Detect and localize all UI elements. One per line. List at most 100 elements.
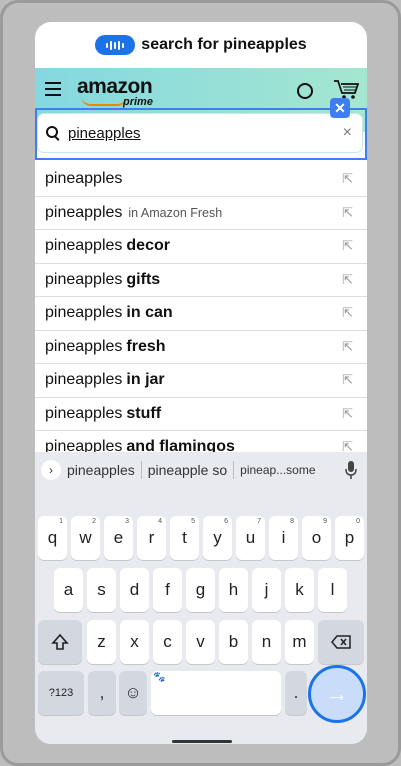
fill-query-arrow-icon[interactable]: ⇱	[342, 339, 353, 355]
fill-query-arrow-icon[interactable]: ⇱	[342, 238, 353, 254]
fill-query-arrow-icon[interactable]: ⇱	[342, 305, 353, 321]
fill-query-arrow-icon[interactable]: ⇱	[342, 171, 353, 187]
suggestion-base: pineapples	[45, 237, 123, 255]
phone-screen: search for pineapples amazon prime pinea…	[35, 22, 367, 744]
keyboard-suggestion[interactable]: pineapple so	[142, 462, 233, 478]
key-z[interactable]: z	[87, 620, 116, 664]
suggestion-item[interactable]: pineapples decor ⇱	[35, 230, 367, 264]
key-number-hint: 5	[191, 518, 195, 525]
paw-icon: 🐾	[153, 672, 166, 683]
clear-search-icon[interactable]: ×	[343, 124, 352, 142]
key-label: i	[281, 528, 286, 547]
key-x[interactable]: x	[120, 620, 149, 664]
key-p[interactable]: p0	[335, 516, 364, 560]
key-a[interactable]: a	[54, 568, 83, 612]
keyboard-suggestion[interactable]: pineapples	[61, 462, 141, 478]
key-y[interactable]: y6	[203, 516, 232, 560]
key-number-hint: 2	[92, 518, 96, 525]
comma-key[interactable]: ,	[88, 671, 116, 715]
alexa-icon[interactable]	[297, 83, 313, 99]
key-e[interactable]: e3	[104, 516, 133, 560]
key-label: u	[245, 528, 256, 547]
key-h[interactable]: h	[219, 568, 248, 612]
home-indicator[interactable]	[172, 740, 232, 743]
key-g[interactable]: g	[186, 568, 215, 612]
suggestion-item[interactable]: pineapples in can ⇱	[35, 297, 367, 331]
fill-query-arrow-icon[interactable]: ⇱	[342, 406, 353, 422]
key-v[interactable]: v	[186, 620, 215, 664]
key-q[interactable]: q1	[38, 516, 67, 560]
key-j[interactable]: j	[252, 568, 281, 612]
key-l[interactable]: l	[318, 568, 347, 612]
suggestion-item[interactable]: pineapples stuff ⇱	[35, 398, 367, 431]
key-label: p	[344, 528, 355, 547]
key-number-hint: 6	[224, 518, 228, 525]
suggestion-completion: in jar	[126, 371, 165, 389]
on-screen-keyboard: › pineapples pineapple so pineap...some …	[35, 452, 367, 744]
suggestion-department: in Amazon Fresh	[128, 205, 223, 220]
mic-icon[interactable]	[345, 461, 357, 479]
fill-query-arrow-icon[interactable]: ⇱	[342, 272, 353, 288]
search-icon	[46, 126, 60, 141]
fill-query-arrow-icon[interactable]: ⇱	[342, 372, 353, 388]
logo-text: amazon	[77, 75, 153, 98]
menu-icon[interactable]	[45, 82, 61, 96]
hide-keyboard-chevron-icon[interactable]: ⌄	[67, 736, 77, 744]
key-d[interactable]: d	[120, 568, 149, 612]
space-key[interactable]: 🐾	[151, 671, 281, 715]
key-label: t	[182, 528, 187, 547]
key-f[interactable]: f	[153, 568, 182, 612]
key-n[interactable]: n	[252, 620, 281, 664]
key-r[interactable]: r4	[137, 516, 166, 560]
suggestion-item[interactable]: pineapples ⇱	[35, 163, 367, 197]
key-label: y	[213, 528, 222, 547]
key-s[interactable]: s	[87, 568, 116, 612]
suggestion-base: pineapples	[45, 203, 123, 221]
emoji-key[interactable]: ☺	[119, 671, 147, 715]
suggestion-completion: decor	[126, 237, 170, 255]
key-number-hint: 7	[257, 518, 261, 525]
shift-key[interactable]	[38, 620, 82, 664]
suggestion-completion: in can	[126, 304, 173, 322]
key-k[interactable]: k	[285, 568, 314, 612]
close-overlay-icon[interactable]: ✕	[330, 98, 350, 118]
period-key[interactable]: .	[285, 671, 307, 715]
key-number-hint: 4	[158, 518, 162, 525]
key-b[interactable]: b	[219, 620, 248, 664]
key-u[interactable]: u7	[236, 516, 265, 560]
key-o[interactable]: o9	[302, 516, 331, 560]
key-label: o	[311, 528, 322, 547]
cart-icon[interactable]	[333, 78, 359, 100]
suggestion-item[interactable]: pineapples in Amazon Fresh ⇱	[35, 197, 367, 230]
search-input[interactable]: pineapples ×	[38, 114, 362, 152]
backspace-key[interactable]	[318, 620, 364, 664]
logo-prime-text: prime	[123, 96, 153, 108]
suggestion-base: pineapples	[45, 404, 123, 422]
suggestion-item[interactable]: pineapples gifts ⇱	[35, 264, 367, 297]
logo-smile-icon	[81, 96, 127, 106]
suggestion-base: pineapples	[45, 371, 123, 389]
key-number-hint: 3	[125, 518, 129, 525]
backspace-icon	[331, 635, 351, 649]
key-t[interactable]: t5	[170, 516, 199, 560]
key-label: w	[79, 528, 92, 547]
suggestion-list: pineapples ⇱ pineapples in Amazon Fresh …	[35, 163, 367, 465]
key-number-hint: 0	[356, 518, 360, 525]
key-m[interactable]: m	[285, 620, 314, 664]
search-input-value: pineapples	[68, 124, 141, 142]
keyboard-suggestion[interactable]: pineap...some	[234, 463, 321, 477]
instruction-banner: search for pineapples	[35, 22, 367, 68]
key-w[interactable]: w2	[71, 516, 100, 560]
symbols-key[interactable]: ?123	[38, 671, 84, 715]
suggestion-item[interactable]: pineapples fresh ⇱	[35, 331, 367, 364]
voice-indicator-icon	[95, 35, 136, 55]
amazon-prime-logo[interactable]: amazon prime	[77, 75, 153, 109]
suggestion-completion: fresh	[126, 337, 166, 355]
key-i[interactable]: i8	[269, 516, 298, 560]
enter-key[interactable]: →	[308, 665, 366, 723]
suggestion-item[interactable]: pineapples in jar ⇱	[35, 364, 367, 398]
key-c[interactable]: c	[153, 620, 182, 664]
key-label: q	[47, 528, 58, 547]
fill-query-arrow-icon[interactable]: ⇱	[342, 205, 353, 221]
chevron-right-icon[interactable]: ›	[41, 460, 61, 480]
